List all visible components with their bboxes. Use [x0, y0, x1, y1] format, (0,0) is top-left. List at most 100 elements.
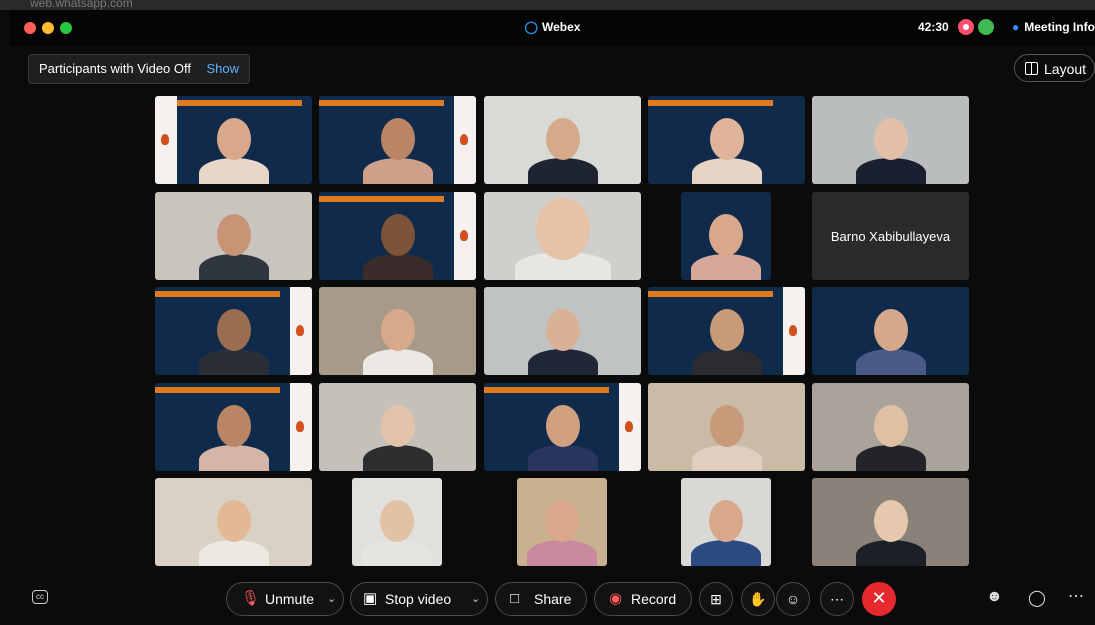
- unmute-label: Unmute: [265, 591, 315, 607]
- participant-tile[interactable]: [648, 96, 805, 184]
- participant-face: [545, 500, 579, 542]
- logo-panel: [783, 287, 805, 375]
- participant-face: [873, 118, 908, 160]
- video-off-label: Participants with Video Off: [39, 61, 191, 76]
- record-button[interactable]: ◉ Record: [594, 582, 692, 616]
- participant-tile[interactable]: [648, 287, 805, 375]
- participant-tile[interactable]: [352, 478, 442, 566]
- logo-panel: [454, 192, 476, 280]
- participant-body: [362, 540, 432, 566]
- hand-icon: ✋: [749, 591, 767, 607]
- participant-face: [380, 214, 415, 256]
- apps-grid-icon: ⊞: [710, 591, 722, 607]
- participant-face: [873, 405, 908, 447]
- close-icon: ✕: [871, 588, 887, 608]
- participant-tile[interactable]: [812, 287, 969, 375]
- webinar-banner: [484, 387, 609, 393]
- participant-face: [709, 118, 744, 160]
- stop-video-button[interactable]: ▣ Stop video ⌄: [350, 582, 488, 616]
- participant-face: [216, 309, 251, 351]
- layout-label: Layout: [1044, 61, 1087, 77]
- participant-tile[interactable]: [319, 383, 476, 471]
- participant-name: Barno Xabibullayeva: [830, 228, 951, 244]
- participant-body: [198, 349, 269, 375]
- unmute-button[interactable]: 🎙 Unmute ⌄: [226, 582, 344, 616]
- participant-tile[interactable]: [319, 192, 476, 280]
- participant-tile[interactable]: [681, 478, 771, 566]
- participant-tile[interactable]: [484, 96, 641, 184]
- participant-tile[interactable]: [155, 96, 312, 184]
- participant-face: [216, 214, 251, 256]
- participant-body: [691, 540, 761, 566]
- participant-tile[interactable]: [517, 478, 607, 566]
- participant-body: [362, 445, 433, 471]
- recording-indicator-icon[interactable]: [958, 19, 974, 35]
- meeting-info-button[interactable]: ● Meeting Info: [1012, 20, 1095, 34]
- participant-tile[interactable]: [812, 383, 969, 471]
- participant-tile[interactable]: Barno Xabibullayeva: [812, 192, 969, 280]
- app-name: Webex: [541, 20, 581, 34]
- participant-tile[interactable]: [319, 287, 476, 375]
- participant-tile[interactable]: [812, 96, 969, 184]
- participant-face: [380, 405, 415, 447]
- more-panels-icon[interactable]: ⋯: [1068, 586, 1084, 606]
- chevron-down-icon[interactable]: ⌄: [471, 583, 480, 615]
- participant-face: [216, 500, 251, 542]
- logo-panel: [290, 287, 312, 375]
- participant-body: [198, 445, 269, 471]
- participants-video-off-bar: Participants with Video Off Show: [28, 54, 250, 84]
- participant-body: [855, 349, 926, 375]
- chat-bubble-icon[interactable]: ◯: [1028, 588, 1046, 608]
- reactions-button[interactable]: ☺: [776, 582, 810, 616]
- chevron-down-icon[interactable]: ⌄: [327, 583, 336, 615]
- participant-face: [545, 309, 580, 351]
- participant-body: [527, 158, 598, 184]
- participant-tile[interactable]: [155, 383, 312, 471]
- logo-panel: [290, 383, 312, 471]
- participant-body: [362, 349, 433, 375]
- logo-panel: [454, 96, 476, 184]
- share-screen-icon: □: [510, 590, 520, 607]
- browser-url: web.whatsapp.com: [30, 0, 133, 10]
- show-video-off-button[interactable]: Show: [206, 55, 239, 83]
- layout-button[interactable]: Layout: [1014, 54, 1095, 82]
- webex-logo-icon: ◯: [524, 20, 538, 34]
- leave-meeting-button[interactable]: ✕: [862, 582, 896, 616]
- participant-body: [527, 445, 598, 471]
- share-button[interactable]: □ Share: [495, 582, 587, 616]
- webinar-banner: [155, 387, 280, 393]
- participants-icon[interactable]: ☻: [986, 588, 1003, 606]
- apps-button[interactable]: ⊞: [699, 582, 733, 616]
- more-options-button[interactable]: ⋯: [820, 582, 854, 616]
- participant-tile[interactable]: [484, 287, 641, 375]
- participant-body: [691, 158, 762, 184]
- network-signal-icon[interactable]: [978, 19, 994, 35]
- participant-tile[interactable]: [484, 192, 641, 280]
- participant-tile[interactable]: [155, 287, 312, 375]
- participant-tile[interactable]: [319, 96, 476, 184]
- captions-icon[interactable]: cc: [32, 590, 48, 604]
- participant-body: [691, 349, 762, 375]
- participant-face: [545, 405, 580, 447]
- shield-icon: ●: [1012, 20, 1020, 34]
- participant-body: [855, 445, 926, 471]
- participant-face: [709, 214, 743, 256]
- participant-face: [873, 500, 908, 542]
- smiley-icon: ☺: [785, 591, 801, 607]
- participant-face: [216, 405, 251, 447]
- participant-tile[interactable]: [648, 383, 805, 471]
- participant-tile[interactable]: [681, 192, 771, 280]
- participant-face: [709, 500, 743, 542]
- participant-tile[interactable]: [155, 192, 312, 280]
- window-titlebar: ◯ Webex 42:30 ● Meeting Info: [10, 10, 1095, 46]
- raise-hand-button[interactable]: ✋: [741, 582, 775, 616]
- video-camera-icon: ▣: [363, 590, 378, 607]
- ellipsis-icon: ⋯: [830, 591, 844, 607]
- participant-body: [362, 158, 433, 184]
- participant-body: [362, 254, 433, 280]
- webinar-banner: [177, 100, 302, 106]
- participant-tile[interactable]: [812, 478, 969, 566]
- participant-tile[interactable]: [484, 383, 641, 471]
- participant-tile[interactable]: [155, 478, 312, 566]
- browser-tab-strip: web.whatsapp.com: [0, 0, 1095, 10]
